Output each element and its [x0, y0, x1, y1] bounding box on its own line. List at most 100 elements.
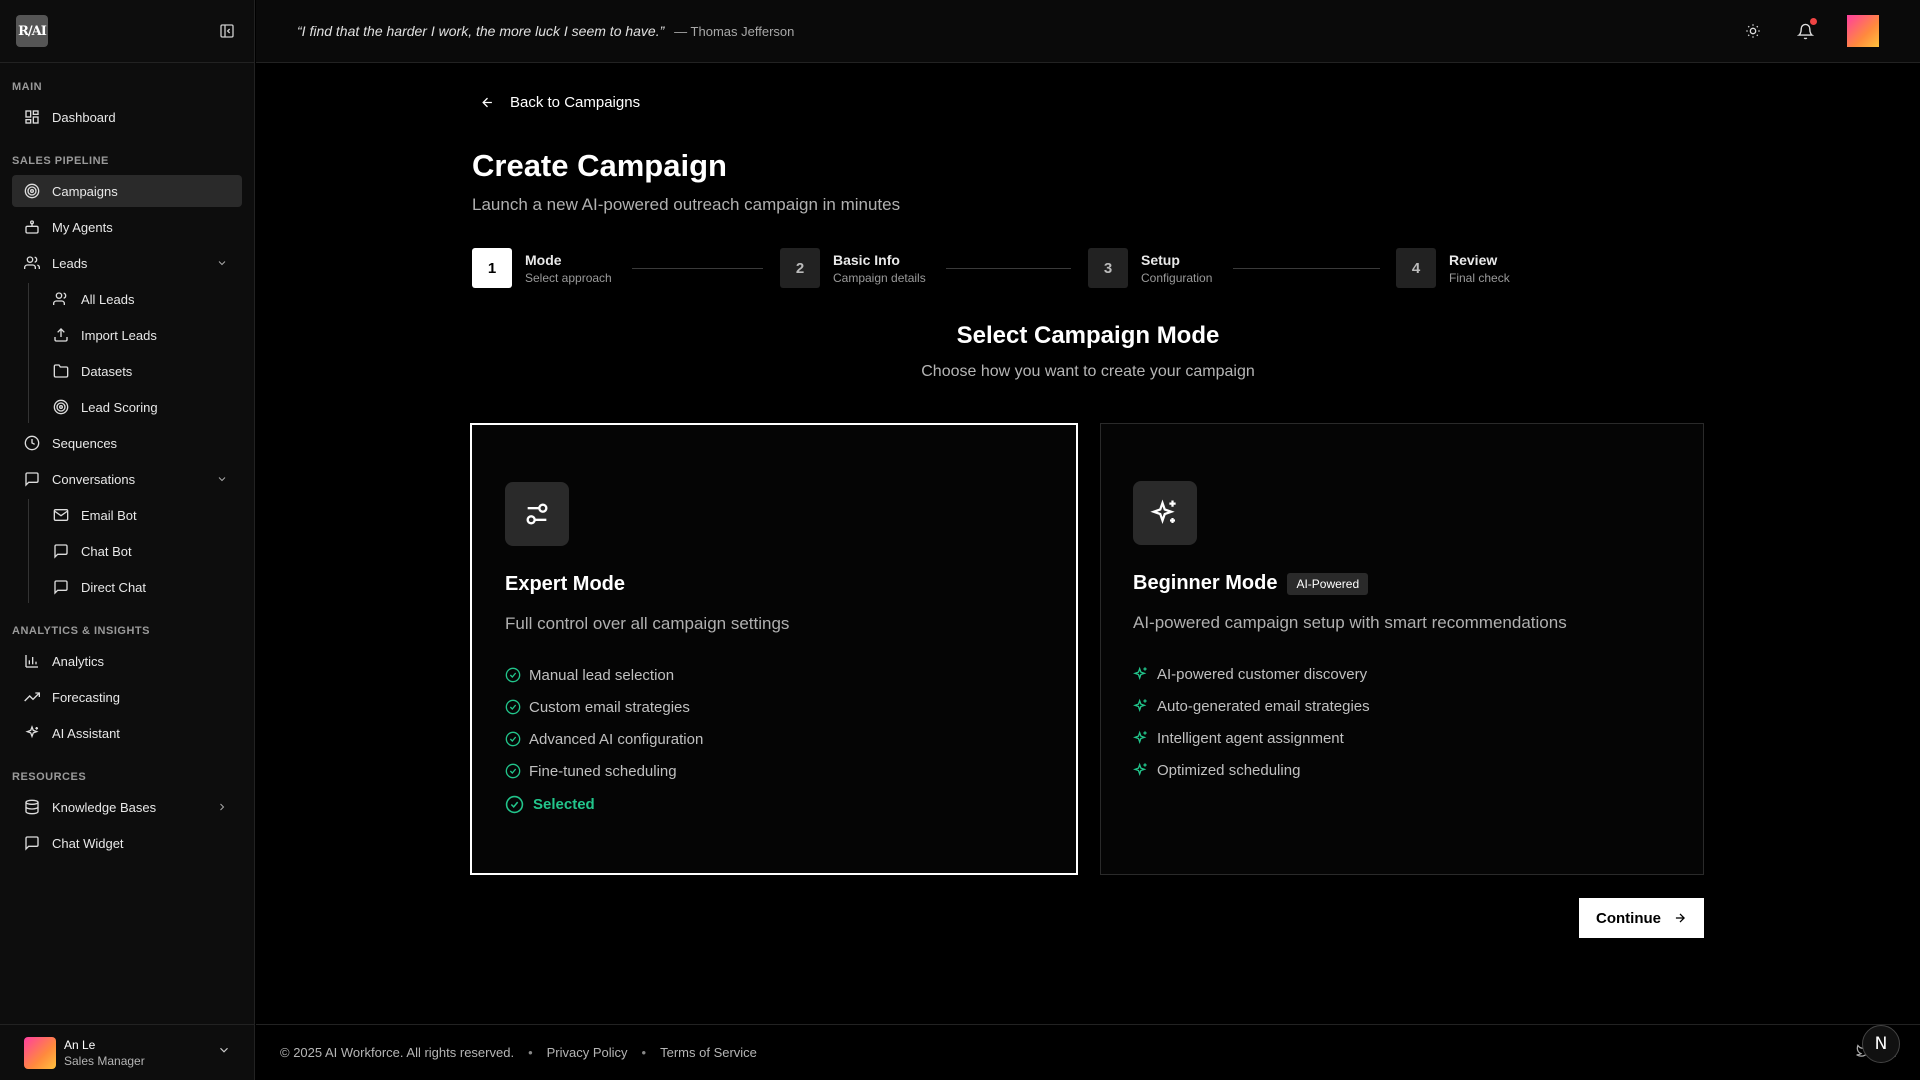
stepper: 1 Mode Select approach 2 Basic Info Camp… [472, 248, 1704, 288]
card-title: Beginner Mode AI-Powered [1133, 572, 1369, 595]
sidebar-item-chat-widget[interactable]: Chat Widget [12, 827, 242, 859]
target-icon [53, 399, 69, 415]
terms-of-service-link[interactable]: Terms of Service [660, 1045, 757, 1060]
feature-text: Fine-tuned scheduling [529, 762, 677, 780]
sidebar-item-chat-bot[interactable]: Chat Bot [41, 535, 242, 567]
sidebar-item-label: Analytics [52, 653, 105, 669]
sidebar-item-label: Import Leads [81, 327, 157, 343]
sidebar-item-campaigns[interactable]: Campaigns [12, 175, 242, 207]
step-connector [946, 268, 1071, 269]
sidebar-item-conversations[interactable]: Conversations [12, 463, 242, 495]
notification-dot [1810, 18, 1817, 25]
footer: © 2025 AI Workforce. All rights reserved… [256, 1024, 1920, 1080]
card-title-text: Beginner Mode [1133, 572, 1278, 594]
sidebar-item-my-agents[interactable]: My Agents [12, 211, 242, 243]
continue-button[interactable]: Continue [1579, 898, 1704, 938]
sidebar-item-lead-scoring[interactable]: Lead Scoring [41, 391, 242, 423]
sidebar-item-datasets[interactable]: Datasets [41, 355, 242, 387]
user-menu[interactable]: An Le Sales Manager [0, 1024, 255, 1080]
sidebar-collapse-icon[interactable] [216, 20, 238, 42]
privacy-policy-link[interactable]: Privacy Policy [547, 1045, 628, 1060]
quote-text: “I find that the harder I work, the more… [297, 23, 665, 39]
page-subtitle: Launch a new AI-powered outreach campaig… [472, 195, 901, 214]
sidebar-item-knowledge-bases[interactable]: Knowledge Bases [12, 791, 242, 823]
card-description: Full control over all campaign settings [505, 614, 790, 633]
step-number: 2 [780, 248, 820, 288]
chevron-down-icon[interactable] [214, 255, 230, 271]
arrow-right-icon [1673, 911, 1687, 925]
step-connector [1233, 268, 1380, 269]
sparkles-icon [1133, 762, 1149, 778]
sidebar-section-main: MAIN [12, 81, 43, 93]
feature-list: AI-powered customer discovery Auto-gener… [1133, 658, 1370, 786]
sidebar-item-label: Direct Chat [81, 579, 147, 595]
step-basic-info[interactable]: 2 Basic Info Campaign details [780, 248, 926, 288]
sidebar-item-leads[interactable]: Leads [12, 247, 242, 279]
quote-author: — Thomas Jefferson [674, 24, 795, 39]
n-floating-button[interactable]: N [1862, 1025, 1900, 1063]
app-logo[interactable]: R/AI [16, 15, 48, 47]
header-actions [1743, 15, 1879, 47]
list-item: Manual lead selection [505, 659, 703, 691]
sidebar-item-dashboard[interactable]: Dashboard [12, 101, 242, 133]
step-review[interactable]: 4 Review Final check [1396, 248, 1510, 288]
clock-icon [24, 435, 40, 451]
sidebar-item-direct-chat[interactable]: Direct Chat [41, 571, 242, 603]
message-square-icon [24, 835, 40, 851]
bar-chart-icon [24, 653, 40, 669]
sidebar-item-label: Datasets [81, 363, 133, 379]
chevron-down-icon[interactable] [217, 1043, 231, 1062]
target-icon [24, 183, 40, 199]
step-title: Review [1449, 251, 1498, 268]
sidebar-item-all-leads[interactable]: All Leads [41, 283, 242, 315]
sidebar-item-ai-assistant[interactable]: AI Assistant [12, 717, 242, 749]
sidebar-item-sequences[interactable]: Sequences [12, 427, 242, 459]
sidebar-item-label: Chat Widget [52, 835, 124, 851]
step-number: 4 [1396, 248, 1436, 288]
card-description: AI-powered campaign setup with smart rec… [1133, 613, 1567, 632]
sidebar-item-forecasting[interactable]: Forecasting [12, 681, 242, 713]
feature-text: AI-powered customer discovery [1157, 665, 1368, 683]
folder-icon [53, 363, 69, 379]
sidebar-item-label: Lead Scoring [81, 399, 158, 415]
sidebar-item-label: My Agents [52, 219, 113, 235]
bell-icon[interactable] [1795, 18, 1817, 41]
step-connector [632, 268, 763, 269]
users-icon [53, 291, 69, 307]
section-title: Select Campaign Mode [956, 322, 1220, 349]
chevron-down-icon[interactable] [214, 471, 230, 487]
list-item: Intelligent agent assignment [1133, 722, 1370, 754]
beginner-mode-card[interactable]: Beginner Mode AI-Powered AI-powered camp… [1100, 423, 1704, 875]
sparkles-icon [1133, 698, 1149, 714]
sidebar-item-label: Conversations [52, 471, 136, 487]
sidebar-section-pipeline: SALES PIPELINE [12, 155, 109, 167]
step-number: 3 [1088, 248, 1128, 288]
mail-icon [53, 507, 69, 523]
step-mode[interactable]: 1 Mode Select approach [472, 248, 612, 288]
sidebar-item-analytics[interactable]: Analytics [12, 645, 242, 677]
message-square-icon [24, 471, 40, 487]
sidebar-section-analytics: ANALYTICS & INSIGHTS [12, 625, 150, 637]
conversations-submenu: Email Bot Chat Bot Direct Chat [28, 499, 242, 603]
quote: “I find that the harder I work, the more… [297, 23, 794, 39]
arrow-left-icon [480, 95, 496, 111]
section-subtitle: Choose how you want to create your campa… [921, 363, 1255, 380]
sidebar-item-email-bot[interactable]: Email Bot [41, 499, 242, 531]
step-title: Mode [525, 251, 562, 268]
check-circle-icon [505, 731, 521, 747]
step-setup[interactable]: 3 Setup Configuration [1088, 248, 1212, 288]
feature-list: Manual lead selection Custom email strat… [505, 659, 703, 787]
expert-mode-card[interactable]: Expert Mode Full control over all campai… [470, 423, 1078, 875]
check-circle-icon [505, 794, 525, 814]
sidebar-item-import-leads[interactable]: Import Leads [41, 319, 242, 351]
step-subtitle: Final check [1449, 270, 1510, 285]
sidebar-item-label: AI Assistant [52, 725, 120, 741]
avatar[interactable] [1847, 15, 1879, 47]
back-to-campaigns-link[interactable]: Back to Campaigns [480, 94, 640, 111]
sun-icon[interactable] [1743, 21, 1763, 41]
feature-text: Manual lead selection [529, 666, 675, 684]
chevron-right-icon[interactable] [214, 799, 230, 815]
upload-icon [53, 327, 69, 343]
feature-text: Advanced AI configuration [529, 730, 704, 748]
feature-text: Optimized scheduling [1157, 761, 1301, 779]
